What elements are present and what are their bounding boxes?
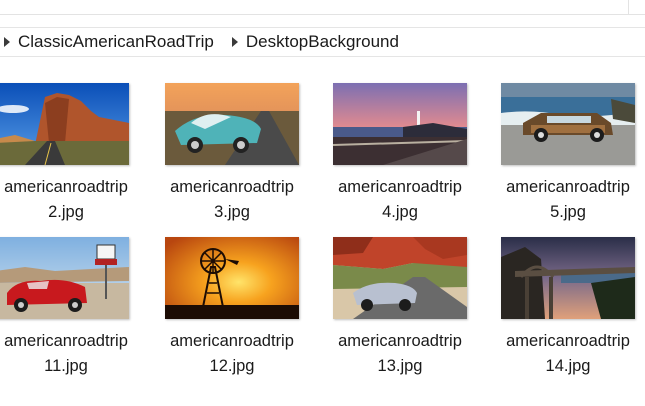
- file-name-label: americanroadtrip 4.jpg: [315, 175, 485, 225]
- file-name-line2: 12.jpg: [209, 357, 255, 375]
- file-name-line1: americanroadtrip: [338, 178, 462, 196]
- file-name-line2: 2.jpg: [48, 203, 84, 221]
- file-name-line1: americanroadtrip: [4, 332, 128, 350]
- file-name-label: americanroadtrip 5.jpg: [483, 175, 645, 225]
- image-thumbnail[interactable]: [165, 83, 299, 165]
- file-name-line1: americanroadtrip: [506, 332, 630, 350]
- file-name-label: americanroadtrip 11.jpg: [0, 329, 151, 379]
- file-name-line2: 3.jpg: [214, 203, 250, 221]
- file-name-label: americanroadtrip 3.jpg: [147, 175, 317, 225]
- file-name-label: americanroadtrip 13.jpg: [315, 329, 485, 379]
- file-name-line2: 13.jpg: [377, 357, 423, 375]
- file-name-line2: 5.jpg: [550, 203, 586, 221]
- file-name-label: americanroadtrip 2.jpg: [0, 175, 151, 225]
- file-grid: americanroadtrip 2.jpg americanroadtrip …: [0, 0, 645, 406]
- file-name-label: americanroadtrip 12.jpg: [147, 329, 317, 379]
- image-thumbnail[interactable]: [501, 237, 635, 319]
- file-name-line2: 11.jpg: [44, 357, 88, 375]
- image-thumbnail[interactable]: [333, 83, 467, 165]
- image-thumbnail[interactable]: [0, 237, 129, 319]
- file-name-line1: americanroadtrip: [338, 332, 462, 350]
- file-name-line1: americanroadtrip: [4, 178, 128, 196]
- file-name-label: americanroadtrip 14.jpg: [483, 329, 645, 379]
- image-thumbnail[interactable]: [0, 83, 129, 165]
- file-name-line1: americanroadtrip: [170, 332, 294, 350]
- file-name-line1: americanroadtrip: [170, 178, 294, 196]
- file-name-line2: 4.jpg: [382, 203, 418, 221]
- image-thumbnail[interactable]: [165, 237, 299, 319]
- image-thumbnail[interactable]: [333, 237, 467, 319]
- file-name-line1: americanroadtrip: [506, 178, 630, 196]
- file-name-line2: 14.jpg: [545, 357, 591, 375]
- image-thumbnail[interactable]: [501, 83, 635, 165]
